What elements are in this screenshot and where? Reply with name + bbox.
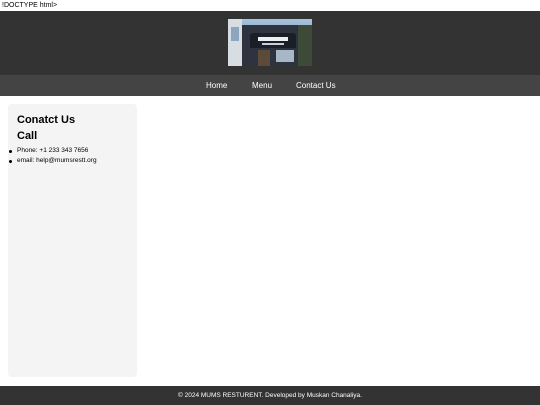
logo-window [276, 50, 294, 62]
bullet-icon [9, 150, 12, 153]
sidebar-title: Conatct Us [17, 114, 76, 126]
restaurant-storefront-logo [228, 19, 312, 66]
logo-wall-window [231, 27, 239, 41]
logo-door [258, 50, 270, 66]
contact-sidebar [8, 104, 137, 377]
logo-sign [258, 37, 288, 41]
doctype-text: !DOCTYPE html> [2, 2, 58, 9]
footer-copyright: © 2024 MUMS RESTURENT. Developed by Musk… [178, 392, 362, 399]
contact-list: Phone: +1 233 343 7656 email: help@mumsr… [9, 146, 97, 166]
nav-contact-link[interactable]: Contact Us [296, 75, 336, 96]
main-nav: Home Menu Contact Us [0, 75, 540, 96]
contact-item-phone: Phone: +1 233 343 7656 [9, 146, 97, 156]
bullet-icon [9, 160, 12, 163]
contact-email-text: email: help@mumsrestt.org [17, 157, 97, 164]
sidebar-subtitle: Call [17, 130, 38, 142]
site-footer: © 2024 MUMS RESTURENT. Developed by Musk… [0, 386, 540, 405]
nav-menu-link[interactable]: Menu [252, 75, 272, 96]
logo-tree [298, 25, 312, 66]
nav-home-link[interactable]: Home [206, 75, 227, 96]
contact-phone-text: Phone: +1 233 343 7656 [17, 147, 89, 154]
contact-item-email: email: help@mumsrestt.org [9, 156, 97, 166]
logo-sign-subline [262, 43, 284, 45]
